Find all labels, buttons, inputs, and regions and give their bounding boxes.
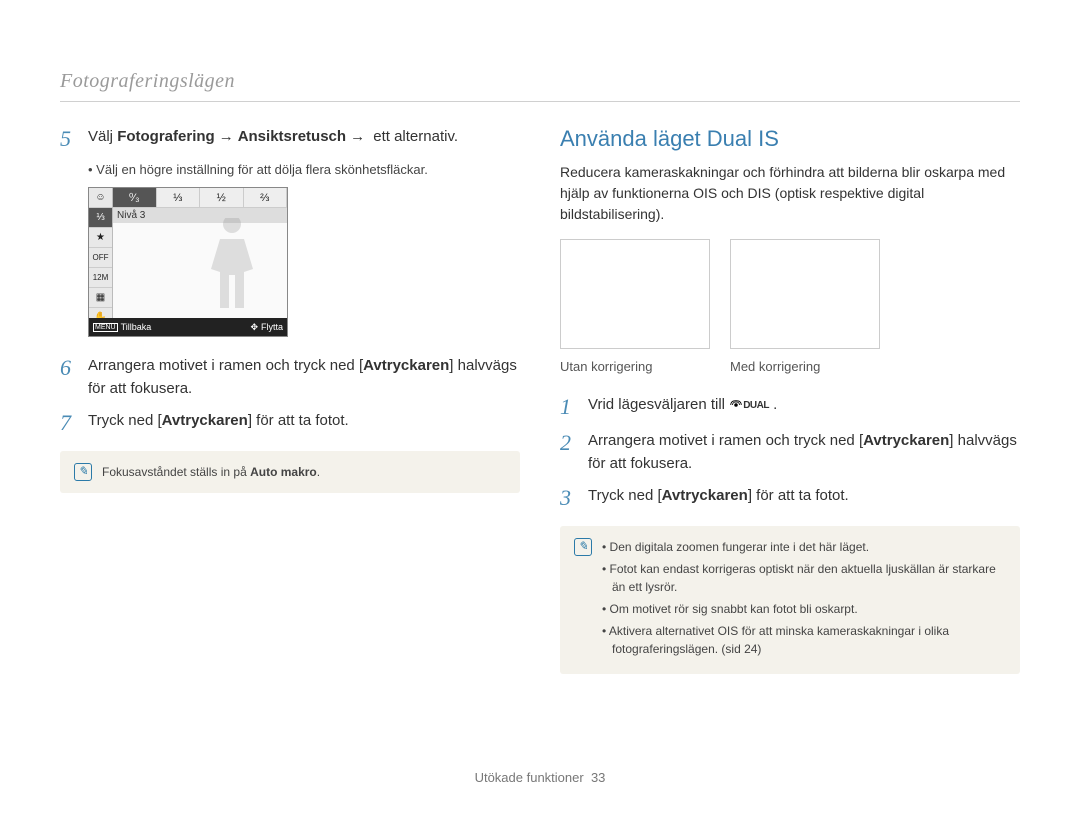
note-item: Om motivet rör sig snabbt kan fotot bli …	[602, 600, 1006, 618]
step-body: Arrangera motivet i ramen och tryck ned …	[88, 355, 520, 400]
text: ] för att ta fotot.	[248, 412, 349, 429]
caption-after: Med korrigering	[730, 359, 880, 374]
footer-label: Utökade funktioner	[475, 770, 584, 785]
size-icon: 12M	[89, 268, 112, 288]
screenshot-preview: ⁰⁄₃ ⅓ ½ ⅔ Nivå 3	[113, 188, 287, 318]
right-column: Använda läget Dual IS Reducera kameraska…	[560, 126, 1020, 674]
arrow-icon: →	[219, 128, 234, 145]
level-option: ⅔	[244, 188, 288, 207]
page-footer: Utökade funktioner 33	[0, 770, 1080, 785]
star-icon: ★	[89, 228, 112, 248]
note-list: Den digitala zoomen fungerar inte i det …	[602, 538, 1006, 658]
bold-text: Avtryckaren	[162, 412, 248, 429]
screenshot-sidebar: ☺ ⅓ ★ OFF 12M ▦ ✋	[89, 188, 113, 328]
bold-text: Avtryckaren	[863, 432, 949, 449]
comparison-captions: Utan korrigering Med korrigering	[560, 359, 1020, 374]
text: Tryck ned [	[588, 487, 662, 504]
text: Tryck ned [	[88, 412, 162, 429]
step-body: Tryck ned [Avtryckaren] för att ta fotot…	[88, 410, 349, 433]
step-number: 5	[60, 126, 78, 152]
note-icon: ✎	[74, 463, 92, 481]
content-columns: 5 Välj Fotografering→Ansiktsretusch→ ett…	[60, 126, 1020, 674]
dpad-icon: ✥	[250, 322, 258, 333]
step-number: 2	[560, 430, 578, 456]
text: Välj	[88, 128, 117, 145]
step-3: 3 Tryck ned [Avtryckaren] för att ta fot…	[560, 485, 1020, 511]
text: ] för att ta fotot.	[748, 487, 849, 504]
step-5: 5 Välj Fotografering→Ansiktsretusch→ ett…	[60, 126, 520, 152]
arrow-icon: →	[350, 128, 365, 145]
level-icon: ⅓	[89, 208, 112, 228]
menu-icon: MENU	[93, 323, 118, 332]
level-option: ⁰⁄₃	[113, 188, 157, 207]
intro-text: Reducera kameraskakningar och förhindra …	[560, 162, 1020, 225]
comparison-images	[560, 239, 1020, 349]
step-7: 7 Tryck ned [Avtryckaren] för att ta fot…	[60, 410, 520, 436]
note-item: Den digitala zoomen fungerar inte i det …	[602, 538, 1006, 556]
note-icon: ✎	[574, 538, 592, 556]
bold-text: Auto makro	[250, 465, 317, 479]
text: Arrangera motivet i ramen och tryck ned …	[88, 357, 363, 374]
dual-mode-icon: DUAL	[729, 398, 769, 413]
step-body: Tryck ned [Avtryckaren] för att ta fotot…	[588, 485, 849, 508]
step-1: 1 Vrid lägesväljaren till DUAL .	[560, 394, 1020, 420]
step-number: 3	[560, 485, 578, 511]
bold-text: Fotografering	[117, 128, 215, 145]
level-options: ⁰⁄₃ ⅓ ½ ⅔	[113, 188, 287, 208]
off-icon: OFF	[89, 248, 112, 268]
note-box: ✎ Den digitala zoomen fungerar inte i de…	[560, 526, 1020, 674]
note-box: ✎ Fokusavståndet ställs in på Auto makro…	[60, 451, 520, 493]
note-text: Den digitala zoomen fungerar inte i det …	[602, 538, 1006, 662]
left-column: 5 Välj Fotografering→Ansiktsretusch→ ett…	[60, 126, 520, 674]
bold-text: Avtryckaren	[363, 357, 449, 374]
level-option: ⅓	[157, 188, 201, 207]
text: Välj en högre inställning för att dölja …	[96, 162, 428, 177]
note-item: Fotot kan endast korrigeras optiskt när …	[602, 560, 1006, 596]
note-item: Aktivera alternativet OIS för att minska…	[602, 622, 1006, 658]
bold-text: Ansiktsretusch	[238, 128, 346, 145]
text: .	[317, 465, 320, 479]
text: Vrid lägesväljaren till	[588, 396, 729, 413]
page-number: 33	[591, 770, 605, 785]
step-number: 1	[560, 394, 578, 420]
bold-text: Avtryckaren	[662, 487, 748, 504]
screenshot-bottom-bar: MENU Tillbaka ✥ Flytta	[89, 318, 287, 336]
manual-page: Fotograferingslägen 5 Välj Fotografering…	[0, 0, 1080, 815]
step-body: Vrid lägesväljaren till DUAL .	[588, 394, 777, 417]
caption-before: Utan korrigering	[560, 359, 710, 374]
dual-label: DUAL	[743, 398, 769, 413]
text: ett alternativ.	[369, 128, 458, 145]
image-placeholder-before	[560, 239, 710, 349]
step-6: 6 Arrangera motivet i ramen och tryck ne…	[60, 355, 520, 400]
step-number: 7	[60, 410, 78, 436]
sub-bullet: • Välj en högre inställning för att dölj…	[88, 162, 520, 177]
camera-ui-screenshot: ☺ ⅓ ★ OFF 12M ▦ ✋ ⁰⁄₃ ⅓ ½ ⅔ Nivå 3	[88, 187, 288, 337]
step-number: 6	[60, 355, 78, 381]
person-silhouette	[197, 218, 267, 308]
quality-icon: ▦	[89, 288, 112, 308]
face-icon: ☺	[89, 188, 112, 208]
step-2: 2 Arrangera motivet i ramen och tryck ne…	[560, 430, 1020, 475]
text: .	[773, 396, 777, 413]
back-label: Tillbaka	[121, 322, 152, 332]
section-title: Använda läget Dual IS	[560, 126, 1020, 152]
text: Arrangera motivet i ramen och tryck ned …	[588, 432, 863, 449]
text: Fokusavståndet ställs in på	[102, 465, 250, 479]
step-body: Arrangera motivet i ramen och tryck ned …	[588, 430, 1020, 475]
note-text: Fokusavståndet ställs in på Auto makro.	[102, 463, 320, 481]
image-placeholder-after	[730, 239, 880, 349]
step-body: Välj Fotografering→Ansiktsretusch→ ett a…	[88, 126, 458, 149]
move-label: Flytta	[261, 322, 283, 332]
section-header: Fotograferingslägen	[60, 70, 1020, 102]
level-option: ½	[200, 188, 244, 207]
